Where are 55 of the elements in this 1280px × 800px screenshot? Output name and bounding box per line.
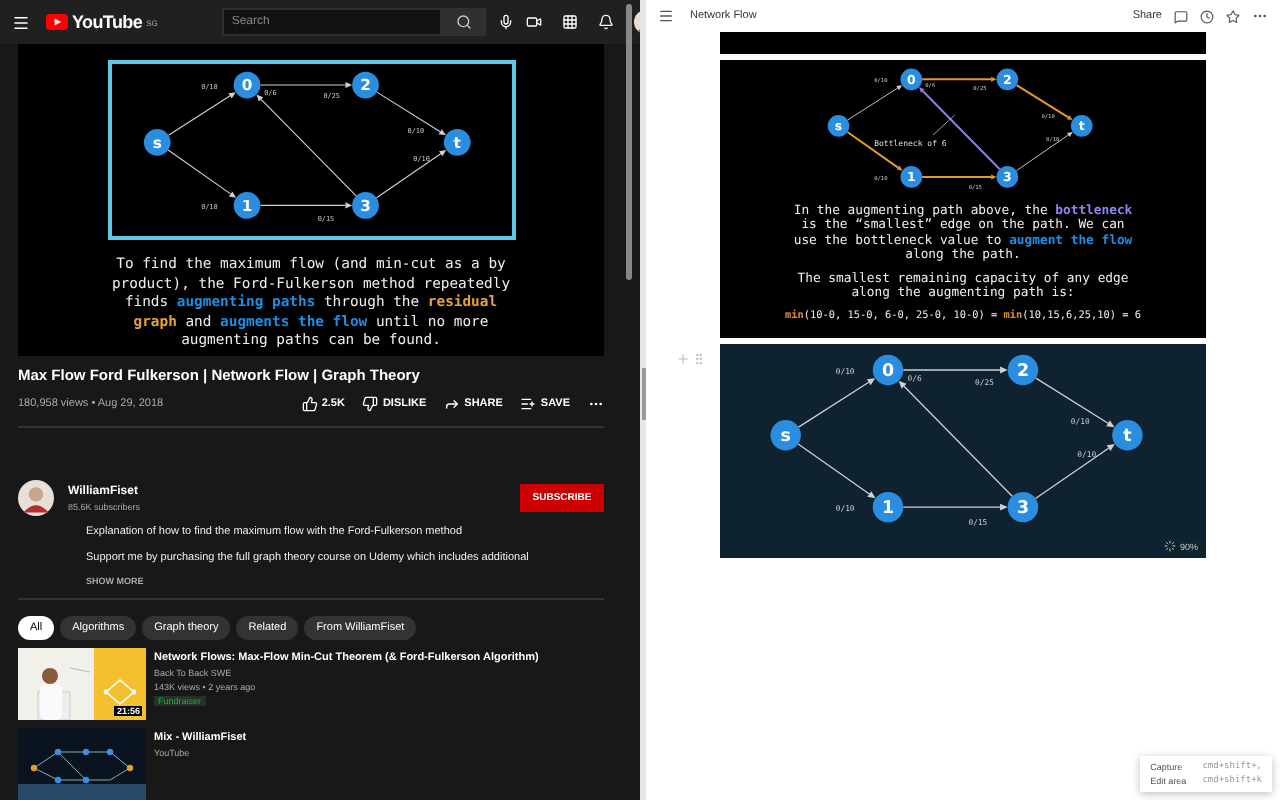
edge-arrow	[921, 174, 996, 180]
scrollbar[interactable]	[626, 4, 632, 280]
grid-icon[interactable]	[561, 14, 578, 30]
menu-icon[interactable]	[12, 13, 30, 31]
graph-node: 1	[872, 491, 904, 523]
bell-icon[interactable]	[597, 14, 614, 30]
star-icon[interactable]	[1226, 9, 1240, 23]
edge-arrow	[898, 380, 1013, 497]
save-icon	[520, 396, 537, 412]
edge-arrow	[1015, 84, 1072, 121]
dislike-icon	[362, 396, 379, 412]
menu-icon[interactable]	[658, 8, 674, 24]
play-logo-icon	[46, 14, 68, 30]
edge-arrow	[797, 378, 876, 428]
graph-node: s	[770, 420, 801, 451]
edge-arrow	[258, 202, 352, 209]
mic-icon[interactable]	[497, 14, 514, 30]
clock-icon[interactable]	[1200, 9, 1214, 23]
edge-arrow	[1034, 443, 1115, 500]
spinner-icon	[1163, 540, 1176, 552]
edge-arrow	[797, 443, 876, 499]
edge-arrow	[166, 149, 236, 198]
scrollbar[interactable]	[642, 368, 646, 420]
avatar[interactable]	[18, 480, 54, 516]
edge-arrow	[846, 85, 902, 121]
edge-arrow	[375, 91, 445, 136]
video-player[interactable]	[18, 44, 604, 356]
like-icon	[301, 396, 318, 412]
graph-node: 0	[872, 354, 904, 386]
edge-arrow	[1035, 377, 1115, 428]
graph-node: 3	[351, 192, 378, 219]
edge-arrow	[902, 366, 1008, 374]
search-button[interactable]	[441, 8, 486, 36]
share-icon	[444, 396, 461, 412]
graph-node: 2	[351, 71, 378, 99]
edge-arrow	[1014, 131, 1072, 172]
edge-arrow	[374, 149, 446, 199]
edge-arrow	[166, 92, 235, 136]
graph-node: 2	[1007, 354, 1039, 386]
graph-node: 0	[232, 71, 260, 99]
graph-node: s	[142, 129, 170, 156]
drag-handle-icon[interactable]	[692, 352, 706, 366]
edge-arrow	[255, 94, 356, 197]
comment-icon[interactable]	[1174, 9, 1188, 23]
edge-arrow	[902, 503, 1008, 511]
edge-arrow	[258, 81, 352, 89]
video-camera-icon[interactable]	[525, 14, 542, 30]
logo-text[interactable]: YouTube	[72, 12, 143, 32]
edge-arrow	[921, 76, 996, 82]
graph-node: 3	[1007, 491, 1039, 523]
graph-node: t	[442, 129, 470, 156]
leader-line	[931, 114, 955, 136]
search-icon	[455, 14, 472, 30]
graph-node: 1	[232, 192, 260, 219]
graph-node: t	[1112, 420, 1143, 451]
